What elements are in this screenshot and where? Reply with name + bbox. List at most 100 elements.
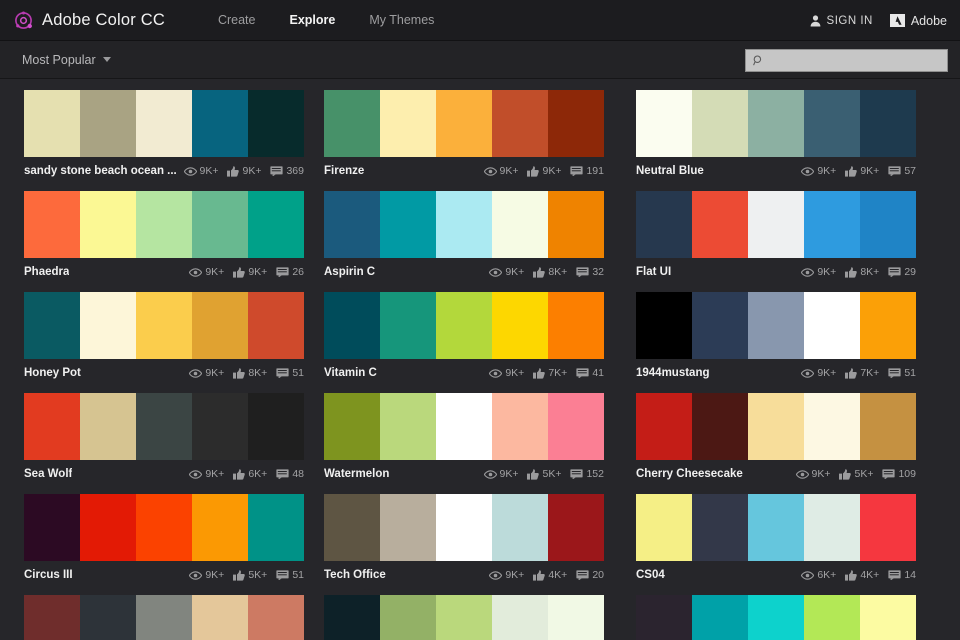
color-swatch[interactable] bbox=[692, 494, 748, 561]
theme-card[interactable]: Neutral Blue9K+9K+57 bbox=[624, 90, 936, 180]
color-swatch[interactable] bbox=[636, 494, 692, 561]
color-swatch[interactable] bbox=[860, 191, 916, 258]
search-box[interactable] bbox=[745, 49, 948, 72]
adobe-link[interactable]: Adobe bbox=[890, 14, 947, 28]
color-swatch[interactable] bbox=[548, 90, 604, 157]
color-swatch[interactable] bbox=[248, 494, 304, 561]
color-swatch[interactable] bbox=[436, 292, 492, 359]
color-swatch[interactable] bbox=[380, 595, 436, 640]
brand-logo-area[interactable]: Adobe Color CC bbox=[14, 11, 165, 30]
color-swatch[interactable] bbox=[748, 393, 804, 460]
color-swatch[interactable] bbox=[248, 90, 304, 157]
theme-swatch-strip[interactable] bbox=[324, 292, 604, 359]
theme-card[interactable]: Flat UI9K+8K+29 bbox=[624, 191, 936, 281]
theme-card[interactable] bbox=[312, 595, 624, 640]
color-swatch[interactable] bbox=[748, 191, 804, 258]
color-swatch[interactable] bbox=[80, 292, 136, 359]
theme-title[interactable]: Honey Pot bbox=[24, 367, 81, 379]
theme-card[interactable] bbox=[624, 595, 936, 640]
color-swatch[interactable] bbox=[248, 393, 304, 460]
color-swatch[interactable] bbox=[380, 292, 436, 359]
theme-title[interactable]: Tech Office bbox=[324, 569, 386, 581]
color-swatch[interactable] bbox=[548, 292, 604, 359]
color-swatch[interactable] bbox=[136, 393, 192, 460]
theme-swatch-strip[interactable] bbox=[324, 90, 604, 157]
color-swatch[interactable] bbox=[80, 191, 136, 258]
theme-title[interactable]: Flat UI bbox=[636, 266, 671, 278]
color-swatch[interactable] bbox=[136, 595, 192, 640]
color-swatch[interactable] bbox=[324, 191, 380, 258]
color-swatch[interactable] bbox=[436, 90, 492, 157]
color-swatch[interactable] bbox=[492, 494, 548, 561]
color-swatch[interactable] bbox=[324, 90, 380, 157]
color-swatch[interactable] bbox=[692, 191, 748, 258]
color-swatch[interactable] bbox=[748, 292, 804, 359]
color-swatch[interactable] bbox=[636, 90, 692, 157]
color-swatch[interactable] bbox=[136, 494, 192, 561]
color-swatch[interactable] bbox=[492, 595, 548, 640]
sign-in-button[interactable]: SIGN IN bbox=[810, 15, 873, 27]
color-swatch[interactable] bbox=[804, 494, 860, 561]
color-swatch[interactable] bbox=[324, 595, 380, 640]
color-swatch[interactable] bbox=[804, 595, 860, 640]
color-swatch[interactable] bbox=[24, 494, 80, 561]
theme-card[interactable]: CS046K+4K+14 bbox=[624, 494, 936, 584]
theme-card[interactable]: 1944mustang9K+7K+51 bbox=[624, 292, 936, 382]
theme-swatch-strip[interactable] bbox=[324, 595, 604, 640]
theme-swatch-strip[interactable] bbox=[24, 595, 304, 640]
color-swatch[interactable] bbox=[24, 393, 80, 460]
theme-card[interactable]: Tech Office9K+4K+20 bbox=[312, 494, 624, 584]
color-swatch[interactable] bbox=[692, 595, 748, 640]
search-input[interactable] bbox=[769, 50, 947, 71]
color-swatch[interactable] bbox=[436, 393, 492, 460]
color-swatch[interactable] bbox=[136, 191, 192, 258]
color-swatch[interactable] bbox=[860, 393, 916, 460]
theme-title[interactable]: Cherry Cheesecake bbox=[636, 468, 743, 480]
theme-swatch-strip[interactable] bbox=[636, 595, 916, 640]
color-swatch[interactable] bbox=[24, 292, 80, 359]
theme-swatch-strip[interactable] bbox=[324, 393, 604, 460]
color-swatch[interactable] bbox=[492, 191, 548, 258]
color-swatch[interactable] bbox=[748, 595, 804, 640]
theme-swatch-strip[interactable] bbox=[24, 292, 304, 359]
color-swatch[interactable] bbox=[24, 595, 80, 640]
theme-card[interactable]: Watermelon9K+5K+152 bbox=[312, 393, 624, 483]
color-swatch[interactable] bbox=[136, 292, 192, 359]
color-swatch[interactable] bbox=[248, 595, 304, 640]
sort-dropdown[interactable]: Most Popular bbox=[22, 53, 111, 67]
color-swatch[interactable] bbox=[24, 191, 80, 258]
color-swatch[interactable] bbox=[248, 292, 304, 359]
color-swatch[interactable] bbox=[192, 393, 248, 460]
theme-swatch-strip[interactable] bbox=[636, 393, 916, 460]
color-swatch[interactable] bbox=[324, 494, 380, 561]
color-swatch[interactable] bbox=[492, 393, 548, 460]
theme-swatch-strip[interactable] bbox=[24, 191, 304, 258]
theme-swatch-strip[interactable] bbox=[24, 494, 304, 561]
color-swatch[interactable] bbox=[380, 90, 436, 157]
theme-swatch-strip[interactable] bbox=[324, 494, 604, 561]
color-swatch[interactable] bbox=[80, 393, 136, 460]
color-swatch[interactable] bbox=[436, 595, 492, 640]
color-swatch[interactable] bbox=[192, 595, 248, 640]
color-swatch[interactable] bbox=[548, 595, 604, 640]
color-swatch[interactable] bbox=[380, 494, 436, 561]
theme-swatch-strip[interactable] bbox=[636, 191, 916, 258]
color-swatch[interactable] bbox=[380, 191, 436, 258]
theme-title[interactable]: Vitamin C bbox=[324, 367, 377, 379]
color-swatch[interactable] bbox=[80, 595, 136, 640]
color-swatch[interactable] bbox=[860, 494, 916, 561]
color-swatch[interactable] bbox=[80, 494, 136, 561]
theme-title[interactable]: sandy stone beach ocean ... bbox=[24, 165, 177, 177]
nav-item-create[interactable]: Create bbox=[201, 13, 273, 27]
theme-card[interactable] bbox=[0, 595, 312, 640]
color-swatch[interactable] bbox=[804, 90, 860, 157]
theme-swatch-strip[interactable] bbox=[24, 90, 304, 157]
theme-card[interactable]: Cherry Cheesecake9K+5K+109 bbox=[624, 393, 936, 483]
color-swatch[interactable] bbox=[436, 191, 492, 258]
color-swatch[interactable] bbox=[192, 90, 248, 157]
theme-card[interactable]: Honey Pot9K+8K+51 bbox=[0, 292, 312, 382]
theme-card[interactable]: Aspirin C9K+8K+32 bbox=[312, 191, 624, 281]
color-swatch[interactable] bbox=[860, 90, 916, 157]
color-swatch[interactable] bbox=[636, 393, 692, 460]
color-swatch[interactable] bbox=[380, 393, 436, 460]
